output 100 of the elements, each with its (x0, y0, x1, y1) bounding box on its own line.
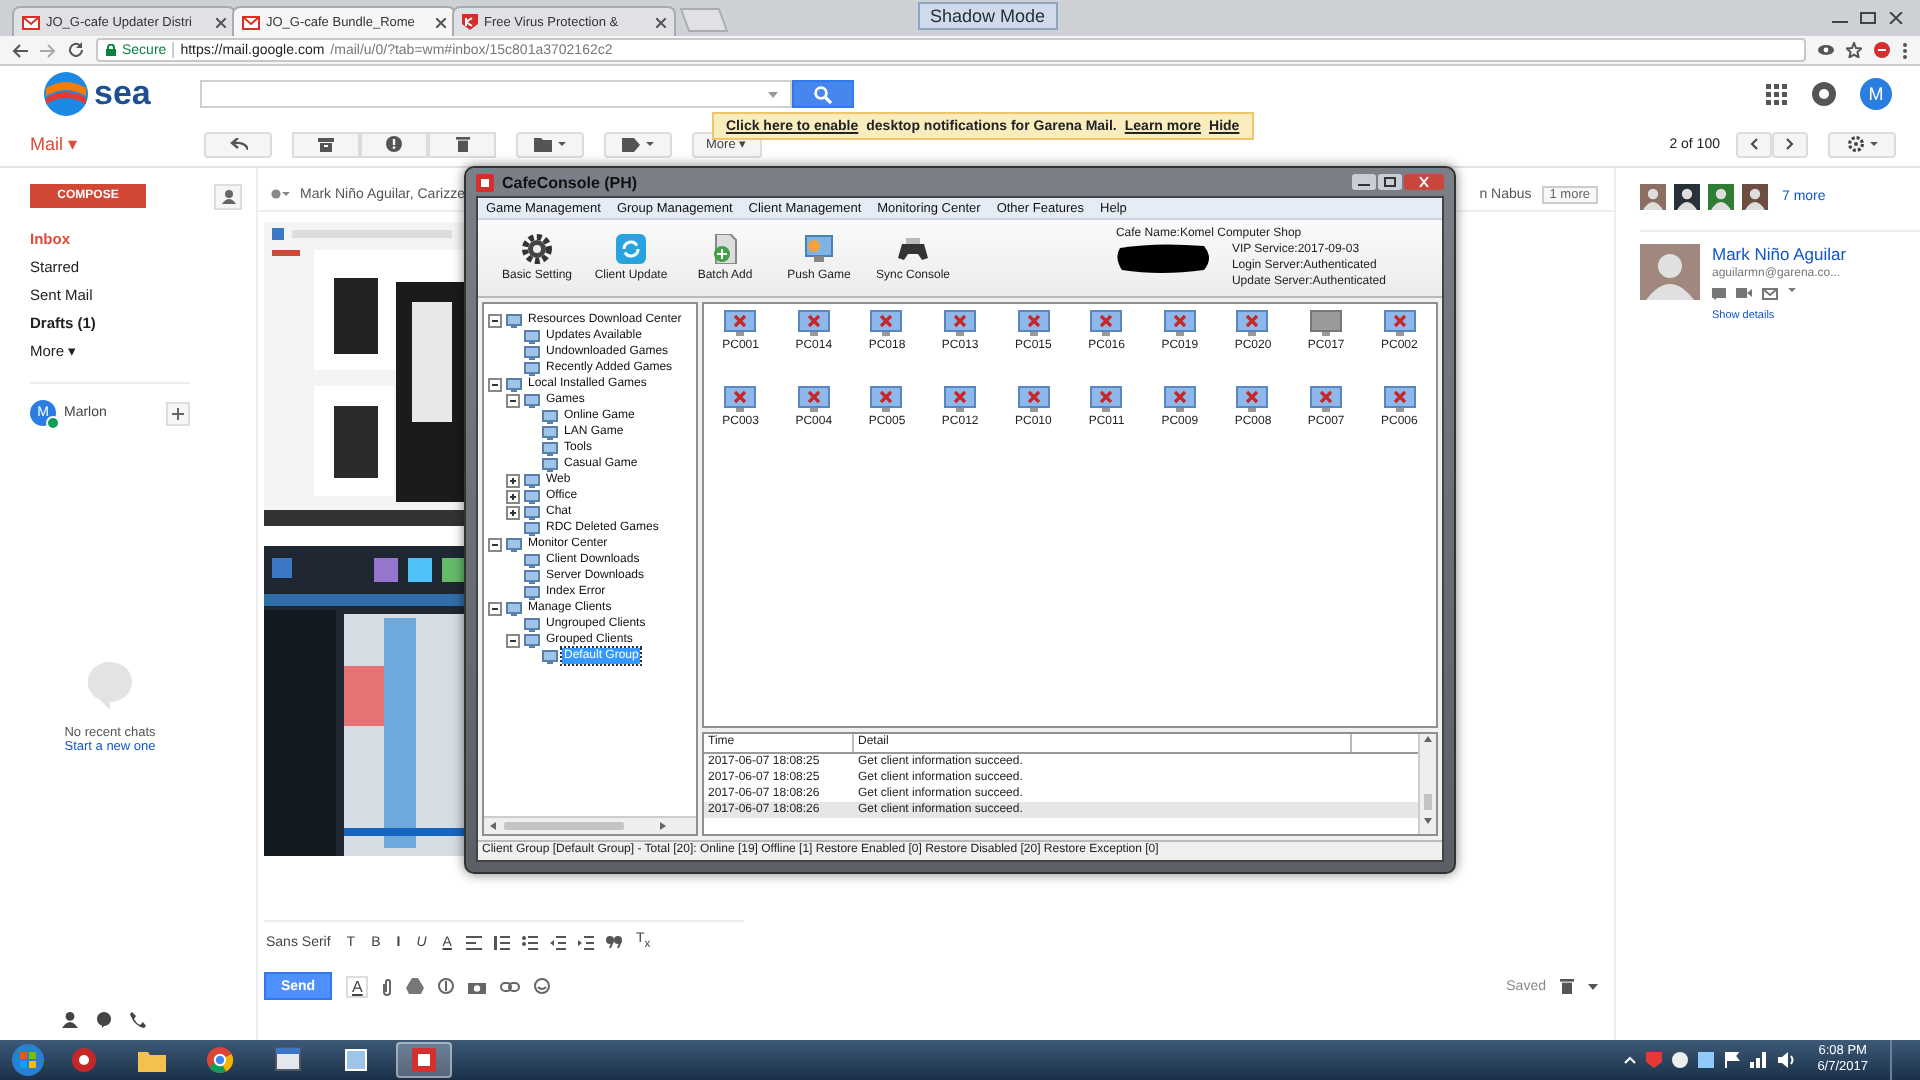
back-arrow-icon[interactable] (12, 43, 28, 57)
next-button[interactable] (1772, 131, 1808, 157)
maximize-icon[interactable] (1860, 12, 1876, 24)
app-icon (476, 173, 494, 191)
monitor-icon[interactable] (797, 386, 830, 412)
close-button[interactable] (1404, 174, 1444, 190)
eye-icon[interactable] (1818, 44, 1834, 56)
search-button[interactable] (792, 80, 854, 108)
monitor-icon[interactable] (870, 310, 903, 336)
minimize-button[interactable] (1352, 174, 1376, 190)
menu-dots-icon[interactable] (1902, 41, 1908, 59)
monitor-icon[interactable] (1310, 386, 1343, 412)
monitor-icon[interactable] (944, 310, 977, 336)
phone-icon[interactable] (130, 1012, 146, 1028)
monitor-icon[interactable] (1236, 386, 1269, 412)
monitor-icon[interactable] (1383, 310, 1416, 336)
link-icon[interactable] (500, 981, 521, 991)
collapse-icon[interactable] (488, 601, 502, 615)
start-button[interactable] (12, 1044, 44, 1076)
shield-icon (462, 14, 478, 30)
archive-button[interactable] (292, 131, 360, 157)
monitor-icon[interactable] (1163, 310, 1196, 336)
camera-icon[interactable] (468, 979, 487, 993)
avatar-icon[interactable] (1742, 184, 1768, 210)
envelope-icon[interactable] (1762, 288, 1778, 300)
emoji-icon[interactable] (534, 978, 551, 994)
numbered-list-icon[interactable] (493, 935, 510, 949)
mode-label: Shadow Mode (918, 2, 1058, 30)
chat-icon[interactable] (1712, 288, 1726, 300)
paperclip-icon[interactable] (382, 977, 393, 995)
close-icon[interactable] (1888, 12, 1904, 24)
add-button[interactable] (166, 401, 190, 425)
chevron-up-icon[interactable] (1623, 1056, 1636, 1064)
mail-menu[interactable]: Mail ▾ (0, 134, 204, 154)
extension-icon[interactable] (1874, 42, 1890, 58)
align-icon[interactable] (465, 935, 482, 949)
monitor-icon[interactable] (724, 310, 757, 336)
vertical-scrollbar[interactable] (1422, 734, 1434, 826)
monitor-icon[interactable] (1090, 386, 1123, 412)
collapse-icon[interactable] (488, 313, 502, 327)
report-spam-button[interactable] (360, 131, 428, 157)
network-icon[interactable] (1749, 1052, 1768, 1068)
caret-icon[interactable] (1788, 288, 1796, 292)
delete-button[interactable] (428, 131, 496, 157)
video-icon[interactable] (1736, 288, 1752, 298)
collapse-icon[interactable] (506, 633, 520, 647)
indent-icon[interactable] (577, 935, 594, 949)
shield-icon[interactable] (1645, 1052, 1662, 1068)
collapse-icon[interactable] (488, 377, 502, 391)
person-icon (221, 190, 235, 204)
close-icon[interactable] (216, 17, 226, 27)
monitor-icon[interactable] (944, 386, 977, 412)
expand-icon[interactable] (506, 505, 520, 519)
monitor-icon[interactable] (1383, 386, 1416, 412)
monitor-icon (804, 234, 834, 264)
search-icon (814, 85, 832, 103)
expand-icon[interactable] (506, 473, 520, 487)
monitor-icon[interactable] (1163, 386, 1196, 412)
star-icon[interactable] (1846, 42, 1862, 58)
trash-icon (455, 136, 469, 152)
folder-icon (138, 1046, 166, 1074)
maximize-button[interactable] (1378, 174, 1402, 190)
account-avatar[interactable]: M (1860, 78, 1892, 110)
reply-button[interactable] (204, 131, 272, 157)
taskbar-button[interactable] (396, 1042, 452, 1078)
speaker-icon[interactable] (1777, 1052, 1796, 1068)
formatting-toggle[interactable]: A (346, 975, 369, 997)
monitor-icon[interactable] (1090, 310, 1123, 336)
collapse-icon[interactable] (506, 393, 520, 407)
labels-button[interactable] (604, 131, 672, 157)
contact-name[interactable]: Mark Niño Aguilar (1712, 244, 1847, 264)
apps-grid-icon[interactable] (1766, 83, 1788, 105)
expand-icon[interactable] (506, 489, 520, 503)
person-icon[interactable] (62, 1012, 78, 1028)
dropdown-caret-icon[interactable] (768, 91, 778, 97)
quote-icon[interactable] (605, 936, 622, 948)
bulleted-list-icon[interactable] (521, 935, 538, 949)
close-icon[interactable] (656, 17, 666, 27)
reload-icon[interactable] (68, 42, 84, 58)
monitor-icon[interactable] (724, 386, 757, 412)
trash-icon[interactable] (1560, 978, 1574, 994)
monitor-icon[interactable] (797, 310, 830, 336)
previous-button[interactable] (1736, 131, 1772, 157)
caret-icon[interactable] (1588, 983, 1598, 989)
settings-button[interactable] (1828, 131, 1896, 157)
monitor-icon[interactable] (1017, 386, 1050, 412)
outdent-icon[interactable] (549, 935, 566, 949)
contact-button[interactable] (214, 184, 242, 210)
collapse-icon[interactable] (488, 537, 502, 551)
move-to-button[interactable] (516, 131, 584, 157)
avatar-icon[interactable] (1674, 184, 1700, 210)
monitor-icon[interactable] (1310, 310, 1343, 336)
horizontal-scrollbar[interactable] (488, 820, 668, 832)
monitor-icon[interactable] (1017, 310, 1050, 336)
chat-icon[interactable] (96, 1012, 112, 1028)
monitor-icon[interactable] (870, 386, 903, 412)
search-field[interactable] (200, 80, 792, 108)
close-icon[interactable] (436, 17, 446, 27)
flag-icon[interactable] (1723, 1052, 1740, 1068)
monitor-icon[interactable] (1236, 310, 1269, 336)
